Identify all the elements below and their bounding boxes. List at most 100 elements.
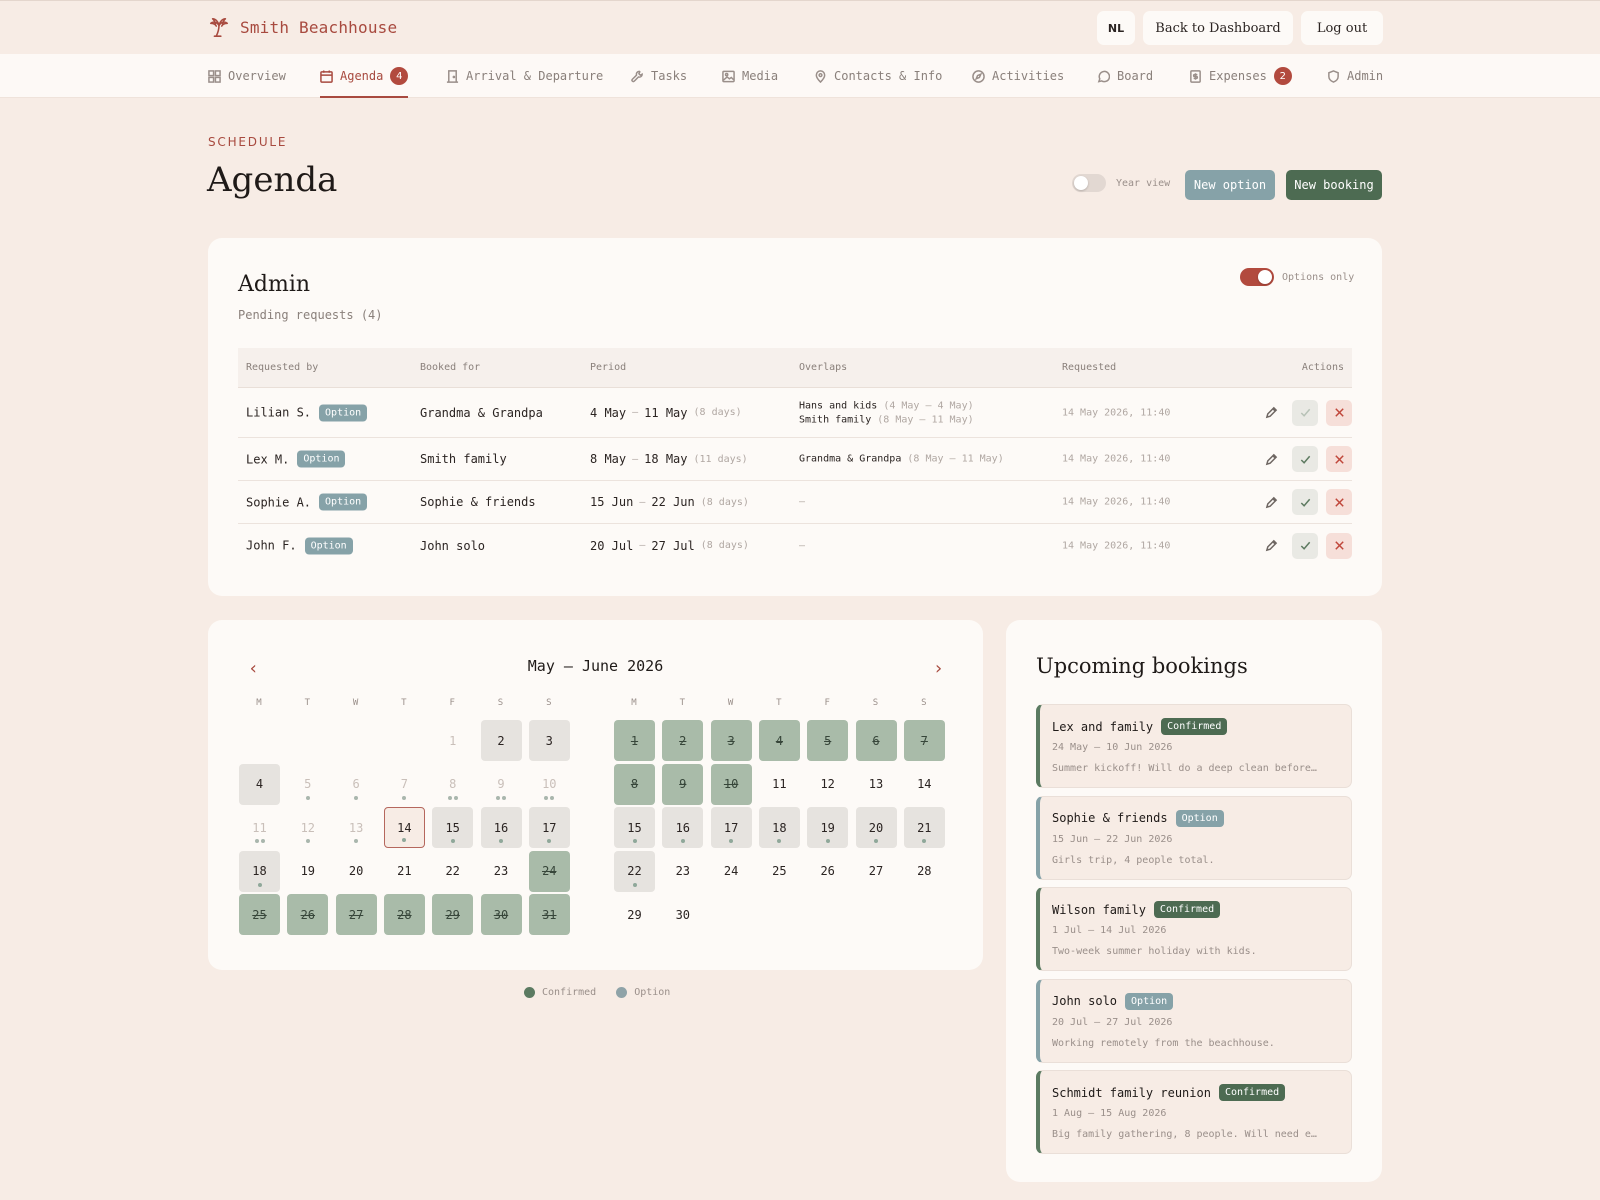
june-day[interactable]: 25 <box>759 851 800 892</box>
approve-button[interactable] <box>1292 399 1318 426</box>
may-day[interactable]: 17 <box>528 807 570 849</box>
booking-card[interactable]: Wilson family Confirmed 1 Jul – 14 Jul 202… <box>1036 887 1352 971</box>
june-day[interactable]: 4 <box>758 720 800 761</box>
booking-card[interactable]: Schmidt family reunion Confirmed 1 Aug – 1… <box>1036 1070 1352 1154</box>
tab-arrival-departure[interactable]: Arrival & Departure <box>446 54 603 98</box>
june-day[interactable]: 5 <box>807 720 849 761</box>
approve-button[interactable] <box>1292 489 1318 515</box>
may-day[interactable]: 18 <box>239 850 280 892</box>
may-day[interactable]: 5 <box>287 764 328 805</box>
reject-button[interactable] <box>1326 399 1352 426</box>
brand[interactable]: Smith Beachhouse <box>208 16 397 38</box>
june-day[interactable]: 14 <box>904 764 945 805</box>
may-day[interactable]: 14 <box>383 807 425 849</box>
june-day[interactable]: 28 <box>904 851 945 892</box>
june-day[interactable]: 12 <box>807 764 848 805</box>
june-day[interactable]: 15 <box>614 807 655 849</box>
booking-card[interactable]: Sophie & friends Option 15 Jun – 22 Jun 20… <box>1036 795 1352 880</box>
may-day[interactable]: 15 <box>432 807 474 849</box>
booking-card[interactable]: John solo Option 20 Jul – 27 Jul 2026 Worki… <box>1036 978 1352 1063</box>
june-day[interactable]: 27 <box>856 851 897 892</box>
june-day[interactable]: 17 <box>710 807 752 849</box>
may-day[interactable]: 2 <box>480 720 522 761</box>
may-day[interactable]: 10 <box>529 764 570 805</box>
tab-contacts-info[interactable]: Contacts & Info <box>814 54 942 98</box>
may-day[interactable]: 19 <box>287 851 328 892</box>
may-day[interactable]: 20 <box>336 851 377 892</box>
may-day[interactable]: 22 <box>432 851 473 892</box>
may-day[interactable]: 12 <box>287 807 328 848</box>
tab-agenda[interactable]: Agenda 4 <box>320 54 409 98</box>
may-day[interactable]: 1 <box>432 720 473 761</box>
new-booking-button[interactable]: New booking <box>1286 170 1382 200</box>
may-day[interactable]: 24 <box>528 850 570 892</box>
language-button[interactable]: NL <box>1097 11 1135 45</box>
june-day[interactable]: 2 <box>662 720 704 761</box>
new-option-button[interactable]: New option <box>1185 170 1275 200</box>
may-day[interactable]: 27 <box>335 894 377 936</box>
overlap-item: Grandma & Grandpa (8 May – 11 May) <box>799 454 1004 465</box>
june-day[interactable]: 29 <box>614 894 655 935</box>
june-day[interactable]: 3 <box>710 720 752 761</box>
may-day[interactable]: 23 <box>481 851 522 892</box>
june-day[interactable]: 21 <box>903 807 945 849</box>
may-day[interactable]: 9 <box>481 764 522 805</box>
june-day[interactable]: 10 <box>710 763 752 805</box>
edit-button[interactable] <box>1258 400 1284 426</box>
may-day[interactable]: 31 <box>528 894 570 936</box>
may-day[interactable]: 26 <box>287 894 329 936</box>
tab-overview[interactable]: Overview <box>208 54 286 98</box>
reject-button[interactable] <box>1326 489 1352 515</box>
reject-button[interactable] <box>1326 532 1352 559</box>
may-day[interactable]: 3 <box>528 720 570 761</box>
reject-button[interactable] <box>1326 446 1352 472</box>
tab-expenses[interactable]: Expenses 2 <box>1189 54 1292 98</box>
booking-card[interactable]: Lex and family Confirmed 24 May – 10 Jun 2… <box>1036 704 1352 788</box>
edit-button[interactable] <box>1258 489 1284 515</box>
june-day[interactable]: 19 <box>807 807 849 849</box>
may-day[interactable]: 4 <box>239 763 280 805</box>
tab-activities[interactable]: Activities <box>972 54 1064 98</box>
approve-button[interactable] <box>1292 446 1318 472</box>
may-day[interactable]: 29 <box>432 894 474 936</box>
tab-admin[interactable]: Admin <box>1327 54 1383 98</box>
may-day[interactable]: 25 <box>239 894 280 936</box>
weekday-label: W <box>352 698 359 708</box>
tab-board[interactable]: Board <box>1097 54 1153 98</box>
edit-button[interactable] <box>1258 446 1284 472</box>
june-day[interactable]: 13 <box>856 764 897 805</box>
may-day[interactable]: 7 <box>384 764 425 805</box>
june-day[interactable]: 1 <box>614 720 655 761</box>
june-day[interactable]: 24 <box>711 851 752 892</box>
tab-tasks[interactable]: Tasks <box>631 54 687 98</box>
june-day[interactable]: 23 <box>662 851 703 892</box>
june-day[interactable]: 30 <box>662 894 703 935</box>
june-day[interactable]: 6 <box>855 720 897 761</box>
tab-media[interactable]: Media <box>722 54 778 98</box>
june-day[interactable]: 26 <box>807 851 848 892</box>
approve-button[interactable] <box>1292 532 1318 559</box>
may-day[interactable]: 21 <box>384 851 425 892</box>
logout-button[interactable]: Log out <box>1301 11 1383 45</box>
june-day[interactable]: 16 <box>662 807 704 849</box>
june-day[interactable]: 11 <box>759 764 800 805</box>
back-to-dashboard-button[interactable]: Back to Dashboard <box>1143 11 1293 45</box>
may-day[interactable]: 28 <box>383 894 425 936</box>
june-day[interactable]: 8 <box>614 763 655 805</box>
june-day[interactable]: 22 <box>614 850 655 892</box>
may-day[interactable]: 6 <box>336 764 377 805</box>
june-day[interactable]: 20 <box>855 807 897 849</box>
range-separator: – <box>632 407 639 418</box>
options-only-toggle[interactable] <box>1240 268 1274 286</box>
may-day[interactable]: 8 <box>432 764 473 805</box>
june-day[interactable]: 7 <box>903 720 945 761</box>
may-day[interactable]: 11 <box>239 807 280 848</box>
may-day[interactable]: 30 <box>480 894 522 936</box>
june-day[interactable]: 9 <box>662 763 704 805</box>
year-view-toggle[interactable] <box>1072 174 1106 192</box>
june-day[interactable]: 18 <box>758 807 800 849</box>
may-day[interactable]: 16 <box>480 807 522 849</box>
next-month-button[interactable]: › <box>933 658 944 679</box>
edit-button[interactable] <box>1258 533 1284 559</box>
may-day[interactable]: 13 <box>336 807 377 848</box>
